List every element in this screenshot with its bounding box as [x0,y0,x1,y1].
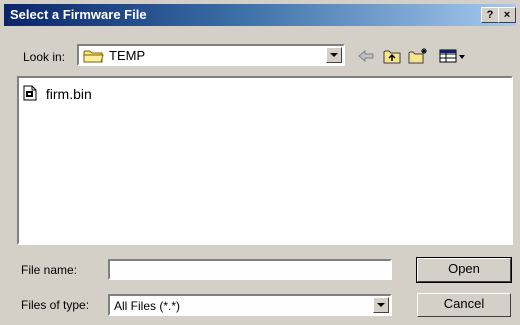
dialog-title: Select a Firmware File [10,7,147,22]
up-one-level-icon[interactable] [381,46,403,66]
help-button[interactable]: ? [481,7,499,23]
list-item[interactable]: firm.bin [23,85,92,102]
back-arrow-icon[interactable] [355,46,377,66]
files-of-type-dropdown[interactable]: All Files (*.*) [108,294,392,316]
binary-file-icon [23,85,46,102]
look-in-label: Look in: [23,50,66,64]
file-name-label: firm.bin [45,86,92,102]
view-menu-icon[interactable] [437,46,467,66]
open-button[interactable]: Open [416,257,512,283]
firmware-file-dialog: Select a Firmware File ? × Look in: TEMP [0,0,520,325]
chevron-down-icon[interactable] [373,297,389,313]
file-name-field-label: File name: [21,263,78,277]
look-in-value: TEMP [109,48,146,63]
look-in-dropdown[interactable]: TEMP [77,44,345,66]
new-folder-icon[interactable] [407,46,429,66]
file-name-input[interactable] [108,259,392,280]
close-button[interactable]: × [498,7,516,23]
file-list[interactable]: firm.bin [17,76,513,245]
folder-icon [83,48,105,67]
cancel-button[interactable]: Cancel [417,293,511,317]
files-of-type-value: All Files (*.*) [114,299,181,313]
files-of-type-label: Files of type: [21,298,90,312]
title-bar: Select a Firmware File ? × [4,4,516,26]
chevron-down-icon[interactable] [326,47,342,63]
